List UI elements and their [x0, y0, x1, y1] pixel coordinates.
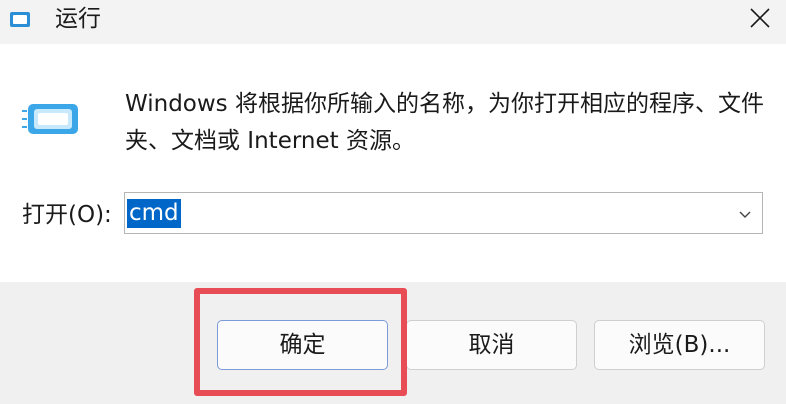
description-text: Windows 将根据你所输入的名称，为你打开相应的程序、文件夹、文档或 Int…: [125, 91, 764, 154]
close-button[interactable]: [736, 0, 786, 44]
run-icon: [22, 104, 78, 134]
browse-button[interactable]: 浏览(B)...: [594, 320, 765, 370]
window-title: 运行: [55, 6, 101, 32]
title-bar: 运行: [0, 0, 786, 44]
close-icon: [750, 8, 770, 28]
open-label: 打开(O):: [22, 202, 112, 228]
chevron-down-icon[interactable]: [738, 207, 752, 221]
cancel-button[interactable]: 取消: [406, 320, 577, 370]
run-app-icon: [10, 12, 30, 27]
open-input[interactable]: cmd: [127, 199, 181, 228]
ok-button[interactable]: 确定: [217, 320, 388, 370]
open-combobox[interactable]: cmd: [124, 192, 763, 234]
dialog-body: [0, 44, 786, 282]
